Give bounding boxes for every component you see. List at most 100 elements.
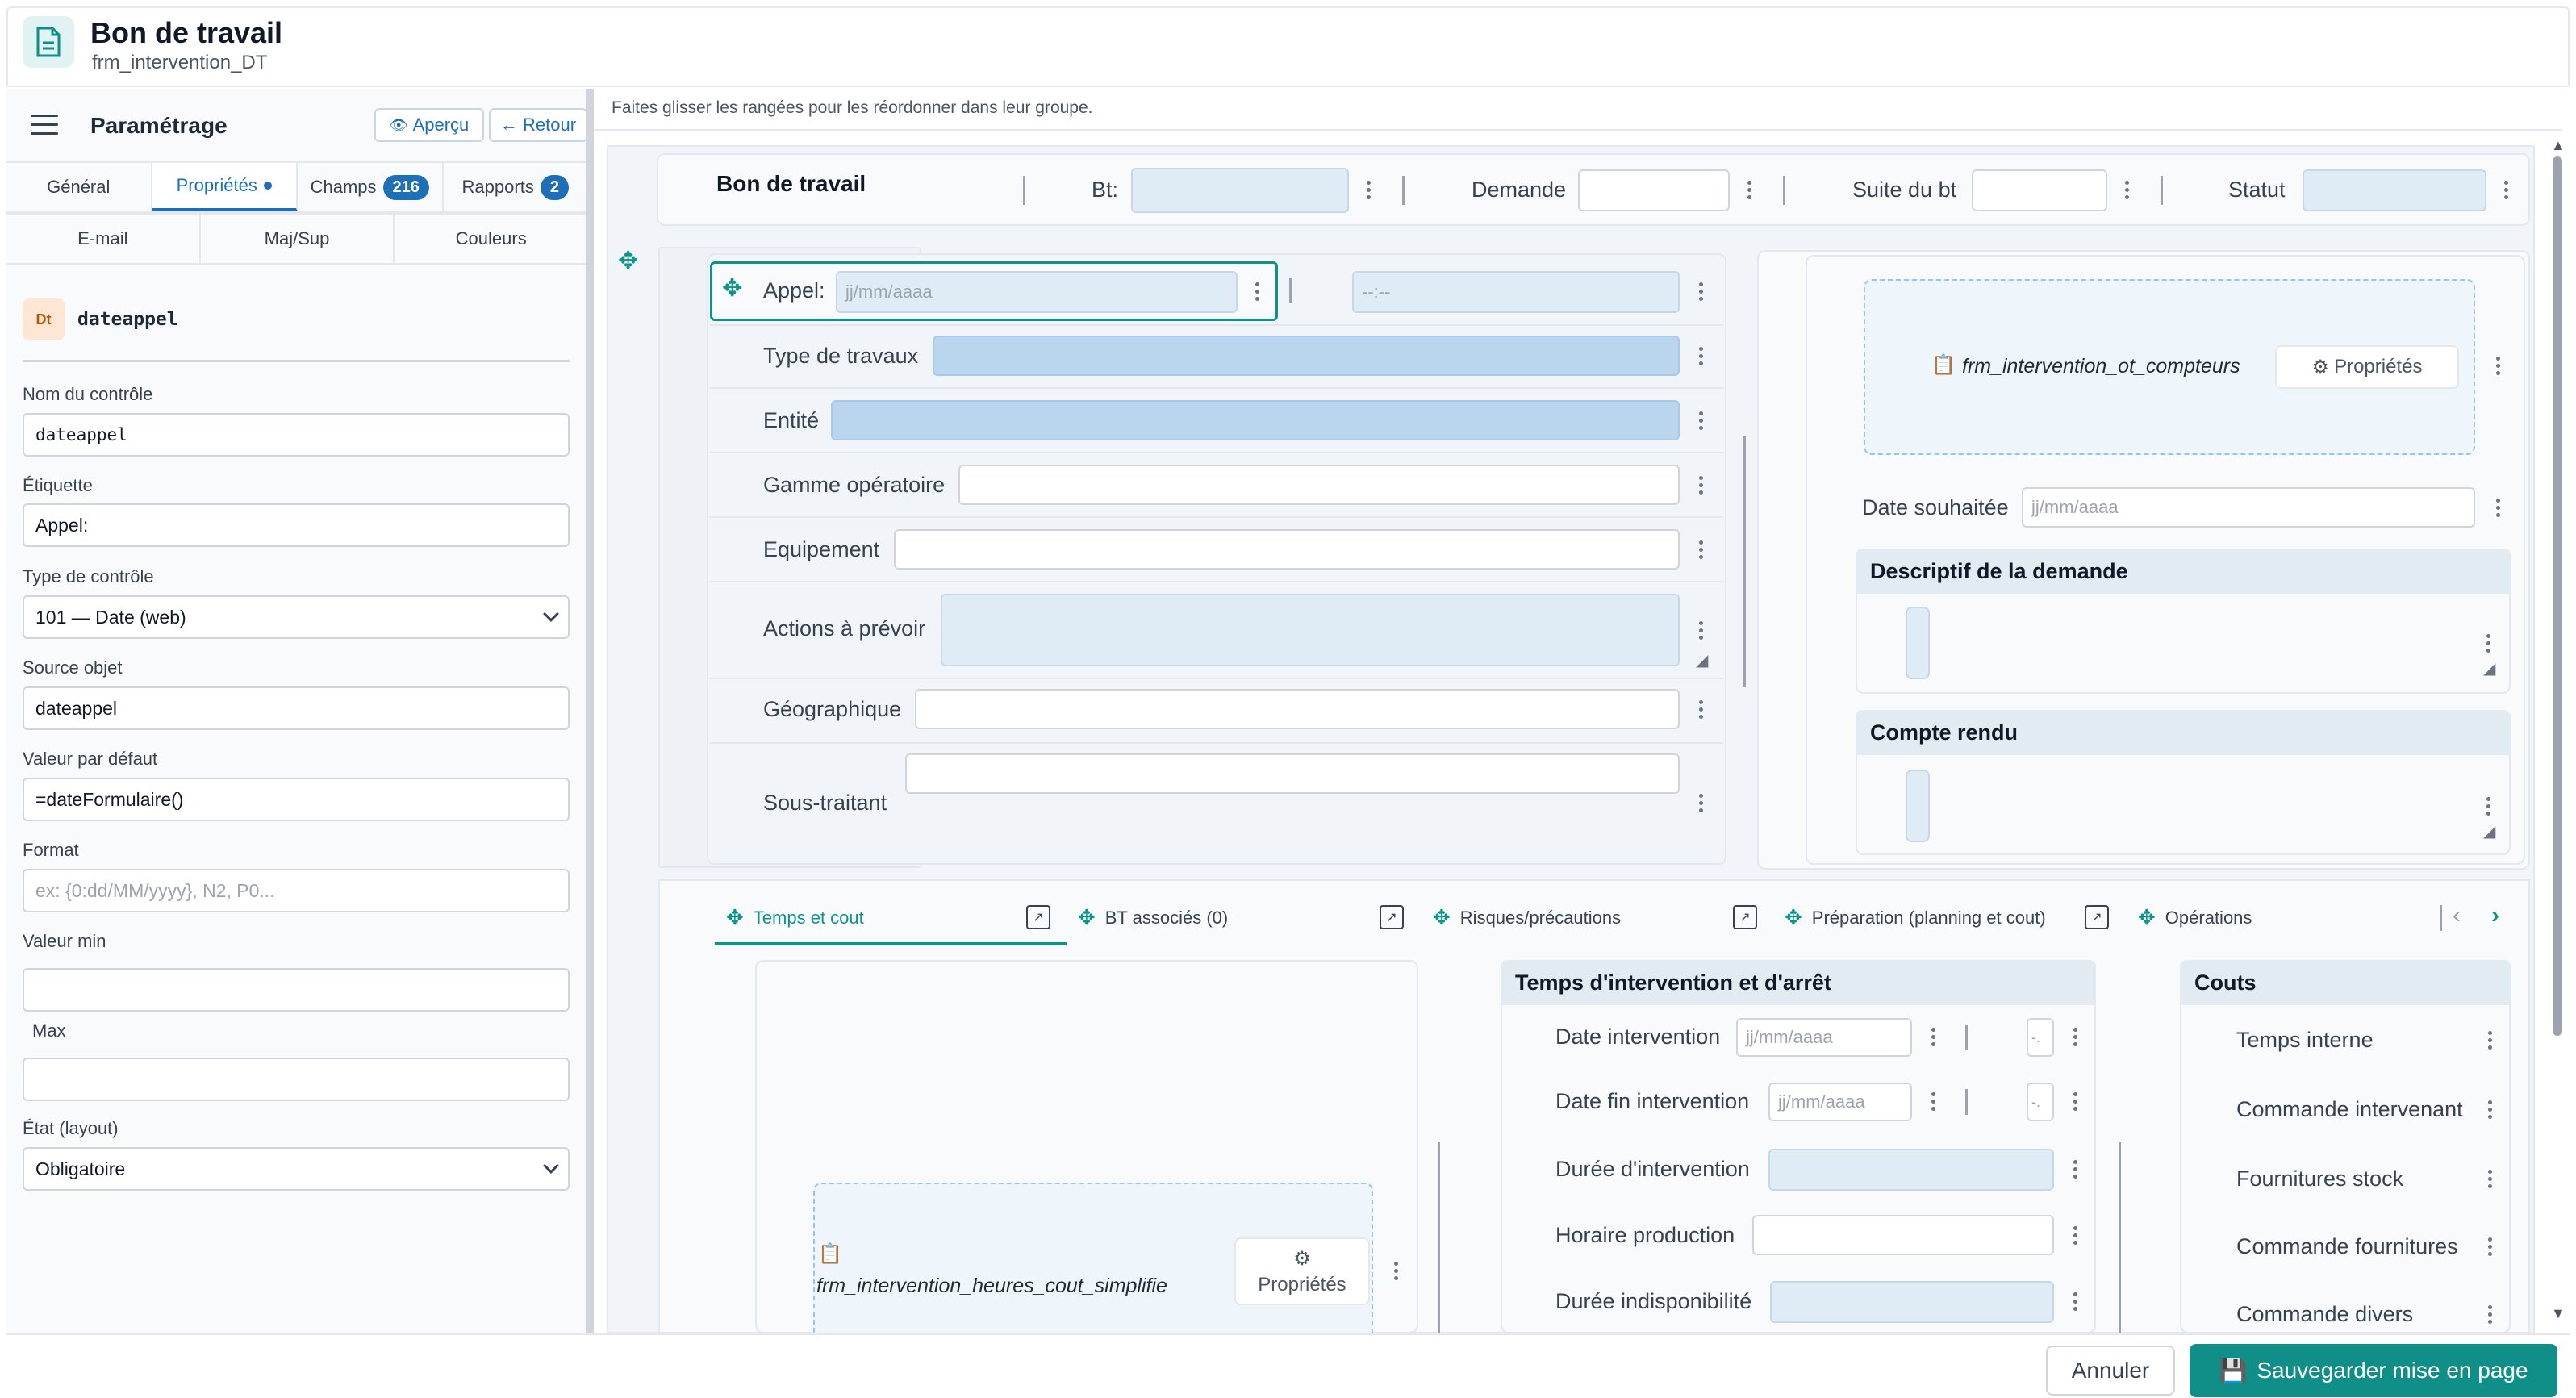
more-icon[interactable]	[2123, 181, 2130, 199]
scroll-down-icon[interactable]: ▼	[2551, 1305, 2566, 1322]
tab-couleurs[interactable]: Couleurs	[395, 215, 587, 263]
expand-icon[interactable]: ↗	[1026, 905, 1050, 929]
back-button[interactable]: ← Retour	[489, 108, 587, 142]
chevron-right-icon[interactable]: ›	[2491, 902, 2499, 929]
statut-input[interactable]	[2303, 169, 2486, 211]
more-icon[interactable]	[1697, 476, 1704, 495]
appel-date-input[interactable]: jj/mm/aaaa	[836, 271, 1238, 313]
entite-input[interactable]	[831, 400, 1680, 440]
resize-handle-icon[interactable]: ◢	[2483, 821, 2495, 841]
column-splitter[interactable]	[1438, 1142, 1440, 1333]
duree-input[interactable]	[1768, 1149, 2054, 1191]
more-icon[interactable]	[1697, 700, 1704, 719]
column-splitter[interactable]	[1743, 436, 1746, 687]
more-icon[interactable]	[2485, 797, 2491, 816]
horaire-input[interactable]	[1752, 1215, 2054, 1255]
max-input[interactable]	[23, 1058, 570, 1101]
more-icon[interactable]	[2486, 1237, 2493, 1256]
date-intervention-input[interactable]: jj/mm/aaaa	[1736, 1018, 1912, 1057]
more-icon[interactable]	[1697, 282, 1704, 301]
preview-button[interactable]: 👁 Aperçu	[374, 108, 484, 142]
expand-icon[interactable]: ↗	[1733, 905, 1757, 929]
scroll-up-icon[interactable]: ▲	[2551, 137, 2566, 154]
format-input[interactable]: ex: {0:dd/MM/yyyy}, N2, P0...	[23, 869, 570, 912]
more-icon[interactable]	[2072, 1028, 2078, 1046]
time-input[interactable]: -.	[2027, 1083, 2054, 1121]
more-icon[interactable]	[2503, 181, 2509, 199]
move-icon[interactable]: ✥	[618, 247, 638, 275]
tab-champs[interactable]: Champs 216	[298, 163, 444, 211]
nom-input[interactable]: dateappel	[23, 413, 570, 457]
more-icon[interactable]	[1746, 181, 1752, 199]
compte-rendu-textarea[interactable]	[1906, 770, 1930, 842]
gamme-input[interactable]	[958, 465, 1680, 505]
subtab-temps-cout[interactable]: ✥ Temps et cout	[726, 905, 864, 930]
gear-icon: ⚙	[1293, 1247, 1311, 1270]
resize-handle-icon[interactable]: ◢	[2483, 658, 2495, 678]
etat-select[interactable]: Obligatoire	[23, 1147, 570, 1191]
type-travaux-input[interactable]	[933, 336, 1680, 376]
more-icon[interactable]	[2486, 1305, 2493, 1324]
sous-traitant-input[interactable]	[905, 753, 1680, 794]
more-icon[interactable]	[1697, 794, 1704, 812]
more-icon[interactable]	[1365, 181, 1372, 199]
more-icon[interactable]	[2486, 1100, 2493, 1119]
column-splitter[interactable]	[2119, 1142, 2121, 1333]
tab-general[interactable]: Général	[6, 163, 152, 211]
etiquette-input[interactable]: Appel:	[23, 503, 570, 547]
min-input[interactable]	[23, 968, 570, 1012]
tab-email[interactable]: E-mail	[6, 215, 201, 263]
more-icon[interactable]	[2072, 1226, 2078, 1245]
tab-majsup[interactable]: Maj/Sup	[201, 215, 395, 263]
source-input[interactable]: dateappel	[23, 686, 570, 730]
resize-handle-icon[interactable]: ◢	[1696, 650, 1708, 670]
more-icon[interactable]	[2495, 357, 2501, 375]
menu-icon[interactable]	[31, 115, 58, 137]
more-icon[interactable]	[1930, 1092, 1936, 1111]
actions-textarea[interactable]	[941, 594, 1680, 666]
date-souhaitee-input[interactable]: jj/mm/aaaa	[2022, 487, 2475, 528]
subtab-risques[interactable]: ✥ Risques/précautions	[1433, 905, 1621, 930]
descriptif-textarea[interactable]	[1906, 607, 1930, 679]
more-icon[interactable]	[2072, 1160, 2078, 1179]
more-icon[interactable]	[1254, 282, 1260, 301]
more-icon[interactable]	[1930, 1028, 1936, 1046]
more-icon[interactable]	[2485, 634, 2491, 653]
more-icon[interactable]	[2072, 1292, 2078, 1311]
expand-icon[interactable]: ↗	[1380, 905, 1404, 929]
subtab-operations[interactable]: ✥ Opérations	[2138, 905, 2252, 930]
expand-icon[interactable]: ↗	[2085, 905, 2109, 929]
more-icon[interactable]	[1697, 347, 1704, 365]
more-icon[interactable]	[2486, 1031, 2493, 1050]
move-icon[interactable]: ✥	[722, 274, 742, 303]
subform-properties-button[interactable]: ⚙ Propriétés	[1234, 1237, 1370, 1305]
subtab-preparation[interactable]: ✥ Préparation (planning et cout)	[1785, 905, 2046, 930]
type-select[interactable]: 101 — Date (web)	[23, 595, 570, 639]
suite-input[interactable]	[1972, 169, 2107, 211]
more-icon[interactable]	[1697, 411, 1704, 430]
more-icon[interactable]	[2495, 499, 2501, 517]
save-layout-button[interactable]: 💾 Sauvegarder mise en page	[2190, 1344, 2557, 1397]
subtab-bt-associes[interactable]: ✥ BT associés (0)	[1078, 905, 1228, 930]
cancel-button[interactable]: Annuler	[2046, 1346, 2175, 1396]
bt-input[interactable]	[1131, 168, 1349, 213]
more-icon[interactable]	[2486, 1170, 2493, 1188]
tab-rapports[interactable]: Rapports 2	[444, 163, 588, 211]
indispo-input[interactable]	[1770, 1281, 2054, 1323]
subform-properties-button[interactable]: ⚙ Propriétés	[2275, 345, 2459, 389]
more-icon[interactable]	[1697, 540, 1704, 559]
scrollbar-thumb[interactable]	[2553, 156, 2562, 1036]
equipement-input[interactable]	[894, 529, 1680, 570]
time-input[interactable]: -.	[2027, 1018, 2054, 1057]
date-fin-input[interactable]: jj/mm/aaaa	[1768, 1083, 1912, 1121]
appel-time-input[interactable]: --:--	[1352, 271, 1680, 313]
more-icon[interactable]	[2072, 1092, 2078, 1111]
defaut-input[interactable]: =dateFormulaire()	[23, 778, 570, 821]
geo-input[interactable]	[915, 689, 1680, 729]
more-icon[interactable]	[1697, 621, 1704, 640]
chevron-left-icon[interactable]: ‹	[2453, 902, 2461, 929]
tab-proprietes[interactable]: Propriétés	[152, 163, 298, 211]
panel-splitter[interactable]	[586, 89, 594, 1333]
more-icon[interactable]	[1392, 1262, 1399, 1280]
demande-input[interactable]	[1578, 169, 1730, 211]
